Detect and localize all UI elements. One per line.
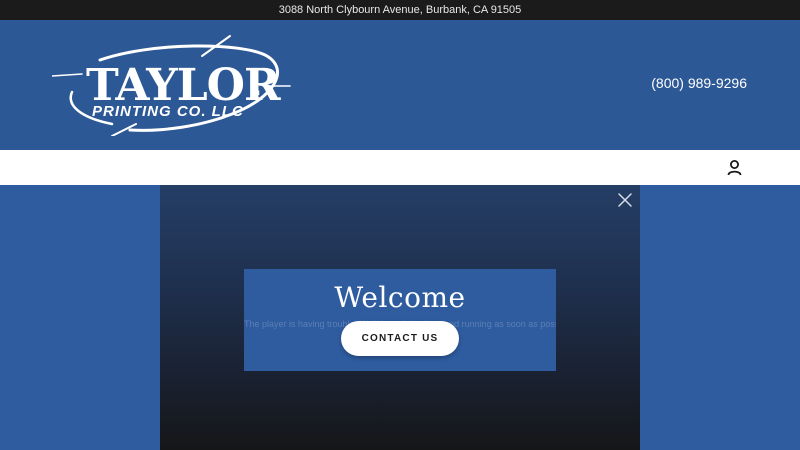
logo-trademark: TM bbox=[251, 91, 260, 97]
user-icon[interactable] bbox=[726, 159, 743, 176]
address-text: 3088 North Clybourn Avenue, Burbank, CA … bbox=[278, 4, 522, 16]
logo-word-printing: PRINTING CO. LLC bbox=[92, 103, 244, 120]
site-header: TAYLOR TM PRINTING CO. LLC (800) 989-929… bbox=[0, 20, 800, 150]
phone-link[interactable]: (800) 989-9296 bbox=[651, 75, 747, 91]
video-modal: Welcome The player is having trouble. We… bbox=[160, 185, 640, 450]
taylor-printing-logo[interactable]: TAYLOR TM PRINTING CO. LLC bbox=[52, 34, 292, 136]
address-bar: 3088 North Clybourn Avenue, Burbank, CA … bbox=[0, 0, 800, 20]
welcome-card: Welcome The player is having trouble. We… bbox=[244, 269, 556, 371]
contact-us-button[interactable]: CONTACT US bbox=[341, 321, 459, 356]
close-icon[interactable] bbox=[616, 191, 634, 209]
nav-bar bbox=[0, 150, 800, 185]
welcome-heading: Welcome bbox=[334, 281, 466, 314]
